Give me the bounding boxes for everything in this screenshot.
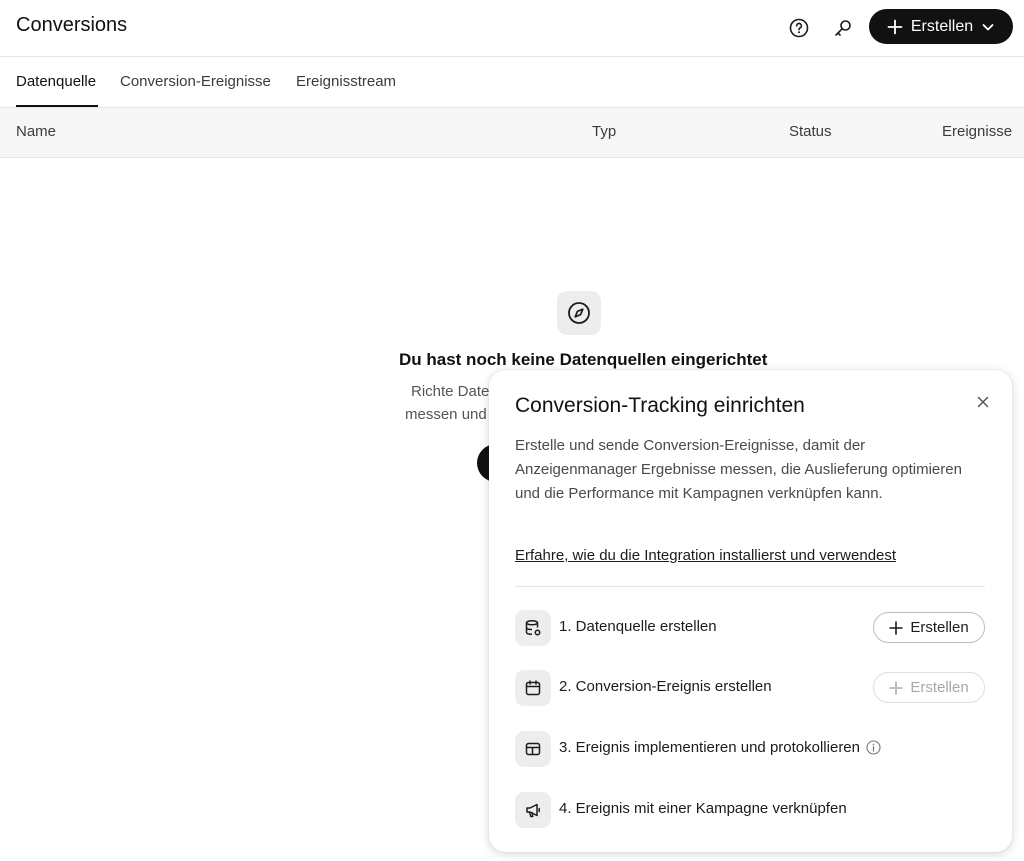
empty-state-icon-tile [557,291,601,335]
key-icon [835,20,851,36]
tab-ereignisstream[interactable]: Ereignisstream [296,73,396,90]
plus-icon [889,620,904,635]
panel-title: Conversion-Tracking einrichten [515,394,805,417]
page-title: Conversions [16,14,128,36]
tab-datenquelle[interactable]: Datenquelle [16,73,96,90]
create-data-source-button-label: Erstellen [910,619,969,636]
create-button[interactable]: Erstellen [869,9,1013,44]
close-button[interactable] [971,390,995,414]
plus-icon [889,680,904,695]
step-label-container: 3. Ereignis implementieren und protokoll… [559,739,881,756]
step-label: 3. Ereignis implementieren und protokoll… [559,739,860,756]
empty-state-description-line2: messen und [405,406,487,423]
create-button-label: Erstellen [910,17,974,35]
help-button[interactable] [783,12,815,44]
close-icon [977,396,989,408]
step-icon-tile [515,670,551,706]
chevron-down-icon [982,23,994,30]
create-data-source-button[interactable]: Erstellen [873,612,985,643]
empty-state-description-line1: Richte Date [411,383,490,400]
empty-state-title: Du hast noch keine Datenquellen eingeric… [399,350,768,369]
step-create-data-source: 1. Datenquelle erstellen Erstellen [515,610,985,646]
column-header-name[interactable]: Name [16,123,56,140]
step-icon-tile [515,792,551,828]
column-header-typ[interactable]: Typ [592,123,616,140]
top-bar: Conversions Erstellen [0,0,1024,57]
info-icon[interactable] [866,740,881,755]
table-header: Name Typ Status Ereignisse [0,108,1024,158]
panel-divider [515,586,985,587]
create-conversion-event-button-label: Erstellen [910,679,969,696]
column-header-status[interactable]: Status [789,123,832,140]
layout-icon [525,742,541,756]
integration-help-link[interactable]: Erfahre, wie du die Integration installi… [515,547,896,564]
conversion-tracking-setup-panel: Conversion-Tracking einrichten Erstelle … [489,370,1012,852]
active-tab-indicator [16,105,98,107]
step-label: 1. Datenquelle erstellen [559,618,717,635]
step-label: 4. Ereignis mit einer Kampagne verknüpfe… [559,800,847,817]
tab-conversion-ereignisse[interactable]: Conversion-Ereignisse [120,73,271,90]
megaphone-icon [526,803,540,818]
step-label: 2. Conversion-Ereignis erstellen [559,678,772,695]
column-header-ereignisse[interactable]: Ereignisse [942,123,1012,140]
step-link-campaign: 4. Ereignis mit einer Kampagne verknüpfe… [515,792,985,828]
help-circle-icon [789,18,809,38]
step-icon-tile [515,731,551,767]
calendar-icon [525,680,541,696]
database-settings-icon [525,620,541,636]
create-conversion-event-button[interactable]: Erstellen [873,672,985,703]
compass-icon [568,302,590,324]
step-icon-tile [515,610,551,646]
tab-bar: Datenquelle Conversion-Ereignisse Ereign… [0,57,1024,108]
api-keys-button[interactable] [827,12,859,44]
plus-icon [887,19,903,34]
step-implement-event: 3. Ereignis implementieren und protokoll… [515,731,985,767]
step-create-conversion-event: 2. Conversion-Ereignis erstellen Erstell… [515,670,985,706]
panel-description: Erstelle und sende Conversion-Ereignisse… [515,437,962,502]
